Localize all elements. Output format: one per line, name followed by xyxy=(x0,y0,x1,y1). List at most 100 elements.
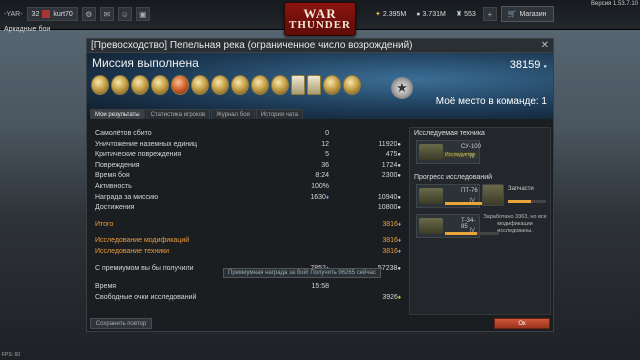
row-count: 5 xyxy=(325,151,329,159)
game-logo: WAR THUNDER xyxy=(284,2,356,36)
medal-icon[interactable] xyxy=(307,75,321,95)
mods-value: 3816 xyxy=(382,237,398,245)
row-reward: 1724● xyxy=(341,162,401,169)
research-points[interactable]: ♜ 553 xyxy=(453,10,479,19)
medal-icon[interactable] xyxy=(211,75,229,95)
free-rp-row: Свободные очки исследований 3926♦ xyxy=(91,293,405,304)
total-row: Итого 3816♦ xyxy=(91,220,405,231)
medal-icon[interactable] xyxy=(111,75,129,95)
lion-icon: ● xyxy=(416,10,421,18)
vehicles-reward: 3816♦ xyxy=(341,248,401,255)
time-label: Время xyxy=(95,283,117,291)
medal-icon[interactable] xyxy=(131,75,149,95)
tab-player-stats[interactable]: Статистика игроков xyxy=(145,109,211,119)
mods-label: Исследование модификаций xyxy=(95,237,190,245)
row-reward: 11920● xyxy=(341,141,401,148)
currency-panel: ✦ 2.395M ● 3.731M ♜ 553 + 🛒 Магазин xyxy=(372,4,554,24)
table-row: Критические повреждения 5 475● xyxy=(91,150,405,161)
medal-icon[interactable] xyxy=(231,75,249,95)
medal-icon[interactable] xyxy=(291,75,305,95)
shop-button[interactable]: 🛒 Магазин xyxy=(500,6,554,22)
score-value: 38159 xyxy=(509,59,541,71)
tank-card[interactable]: Т-34-85 IV xyxy=(416,214,499,238)
tank-name: ПТ-76 xyxy=(461,188,478,194)
silver-lions[interactable]: ● 3.731M xyxy=(413,11,449,18)
golden-eagles-value: 2.395M xyxy=(382,10,407,18)
close-icon[interactable]: ✕ xyxy=(541,40,549,51)
reward-value: 10800 xyxy=(377,204,398,212)
count-value: 1630 xyxy=(310,193,326,201)
rp-icon: ♜ xyxy=(455,11,463,18)
tab-my-results[interactable]: Мои результаты xyxy=(90,109,145,119)
player-card[interactable]: 32 kurt70 xyxy=(26,7,78,21)
row-label: Повреждения xyxy=(95,161,140,169)
tank-card[interactable]: ПТ-76 IV xyxy=(416,184,499,208)
tank-image xyxy=(419,188,443,204)
medal-icon[interactable] xyxy=(251,75,269,95)
clan-tag: -YAR- xyxy=(4,10,23,18)
medal-icon[interactable] xyxy=(151,75,169,95)
golden-eagles[interactable]: ✦ 2.395M xyxy=(372,10,409,19)
medal-icon[interactable] xyxy=(171,75,189,95)
tank-image xyxy=(419,218,443,234)
lion-icon: ● xyxy=(397,152,401,159)
total-value: 3816 xyxy=(382,220,398,228)
lion-icon: ● xyxy=(397,162,401,169)
settings-icon[interactable]: ⚙ xyxy=(81,7,96,21)
save-replay-button[interactable]: Сохранить повтор xyxy=(90,318,152,329)
row-reward: 10940● xyxy=(341,194,401,201)
mods-row: Исследование модификаций 3816♦ xyxy=(91,236,405,247)
row-label: Критические повреждения xyxy=(95,151,182,159)
vehicles-row: Исследование техники 3816♦ xyxy=(91,247,405,258)
medal-icon[interactable] xyxy=(191,75,209,95)
reward-value: 1724 xyxy=(381,161,398,169)
medal-icon[interactable] xyxy=(323,75,341,95)
total-reward: 3816♦ xyxy=(341,221,401,228)
table-row: Достижения 10800● xyxy=(91,203,405,214)
lion-icon: ● xyxy=(397,194,401,201)
research-title: Исследуемая техника xyxy=(414,130,485,137)
results-table: Самолётов сбито 0 Уничтожение наземных ед… xyxy=(91,123,405,315)
logo-line2: THUNDER xyxy=(288,19,351,31)
chat-icon[interactable]: ✉ xyxy=(99,7,114,21)
shop-label: Магазин xyxy=(519,10,547,18)
silver-lions-value: 3.731M xyxy=(422,10,446,18)
table-row: Уничтожение наземных единиц 12 11920● xyxy=(91,140,405,151)
mission-score: 38159 ● xyxy=(510,59,547,71)
row-reward: 2300● xyxy=(341,172,401,179)
rp-icon: ♦ xyxy=(397,248,401,255)
medal-icon[interactable] xyxy=(91,75,109,95)
premium-tooltip[interactable]: Премиумная награда за бой! Получить 9626… xyxy=(223,268,381,278)
lion-icon: ● xyxy=(397,265,401,272)
table-row: Награда за миссию 1630♦ 10940● xyxy=(91,193,405,204)
progress-title: Прогресс исследований xyxy=(414,174,493,181)
eagle-icon: ✦ xyxy=(375,11,381,18)
cart-icon: 🛒 xyxy=(507,11,517,18)
ok-button[interactable]: Ок xyxy=(494,318,550,329)
star-icon[interactable]: ★ xyxy=(391,77,413,99)
mods-reward: 3816♦ xyxy=(341,237,401,244)
add-icon[interactable]: + xyxy=(482,7,497,21)
mode-label: Аркадные бои xyxy=(4,26,51,33)
tab-battle-log[interactable]: Журнал боя xyxy=(211,109,255,119)
friends-icon[interactable]: ☺ xyxy=(117,7,132,21)
lion-icon: ● xyxy=(397,141,401,148)
row-reward: 10800● xyxy=(341,204,401,211)
researched-vehicle-card[interactable]: СУ-100 Исследуется IV xyxy=(416,140,481,164)
lion-icon: ● xyxy=(543,64,547,70)
free-rp: 3926♦ xyxy=(341,294,401,301)
medal-row xyxy=(91,75,361,95)
fps-counter: FPS: 60 xyxy=(2,352,21,358)
mission-banner: Миссия выполнена 38159 ● ★ Моё место в к… xyxy=(87,53,553,119)
vehicle-name: СУ-100 xyxy=(461,144,481,150)
reward-value: 10940 xyxy=(377,193,398,201)
parts-card[interactable]: Запчасти xyxy=(482,184,546,208)
medal-icon[interactable] xyxy=(343,75,361,95)
notifications-icon[interactable]: ▣ xyxy=(135,7,150,21)
medal-icon[interactable] xyxy=(271,75,289,95)
row-count: 0 xyxy=(325,130,329,137)
row-count: 1630♦ xyxy=(279,194,329,201)
row-count: 8:24 xyxy=(315,172,329,180)
tab-chat-history[interactable]: История чата xyxy=(255,109,304,119)
time-row: Время 15:58 xyxy=(91,282,405,293)
